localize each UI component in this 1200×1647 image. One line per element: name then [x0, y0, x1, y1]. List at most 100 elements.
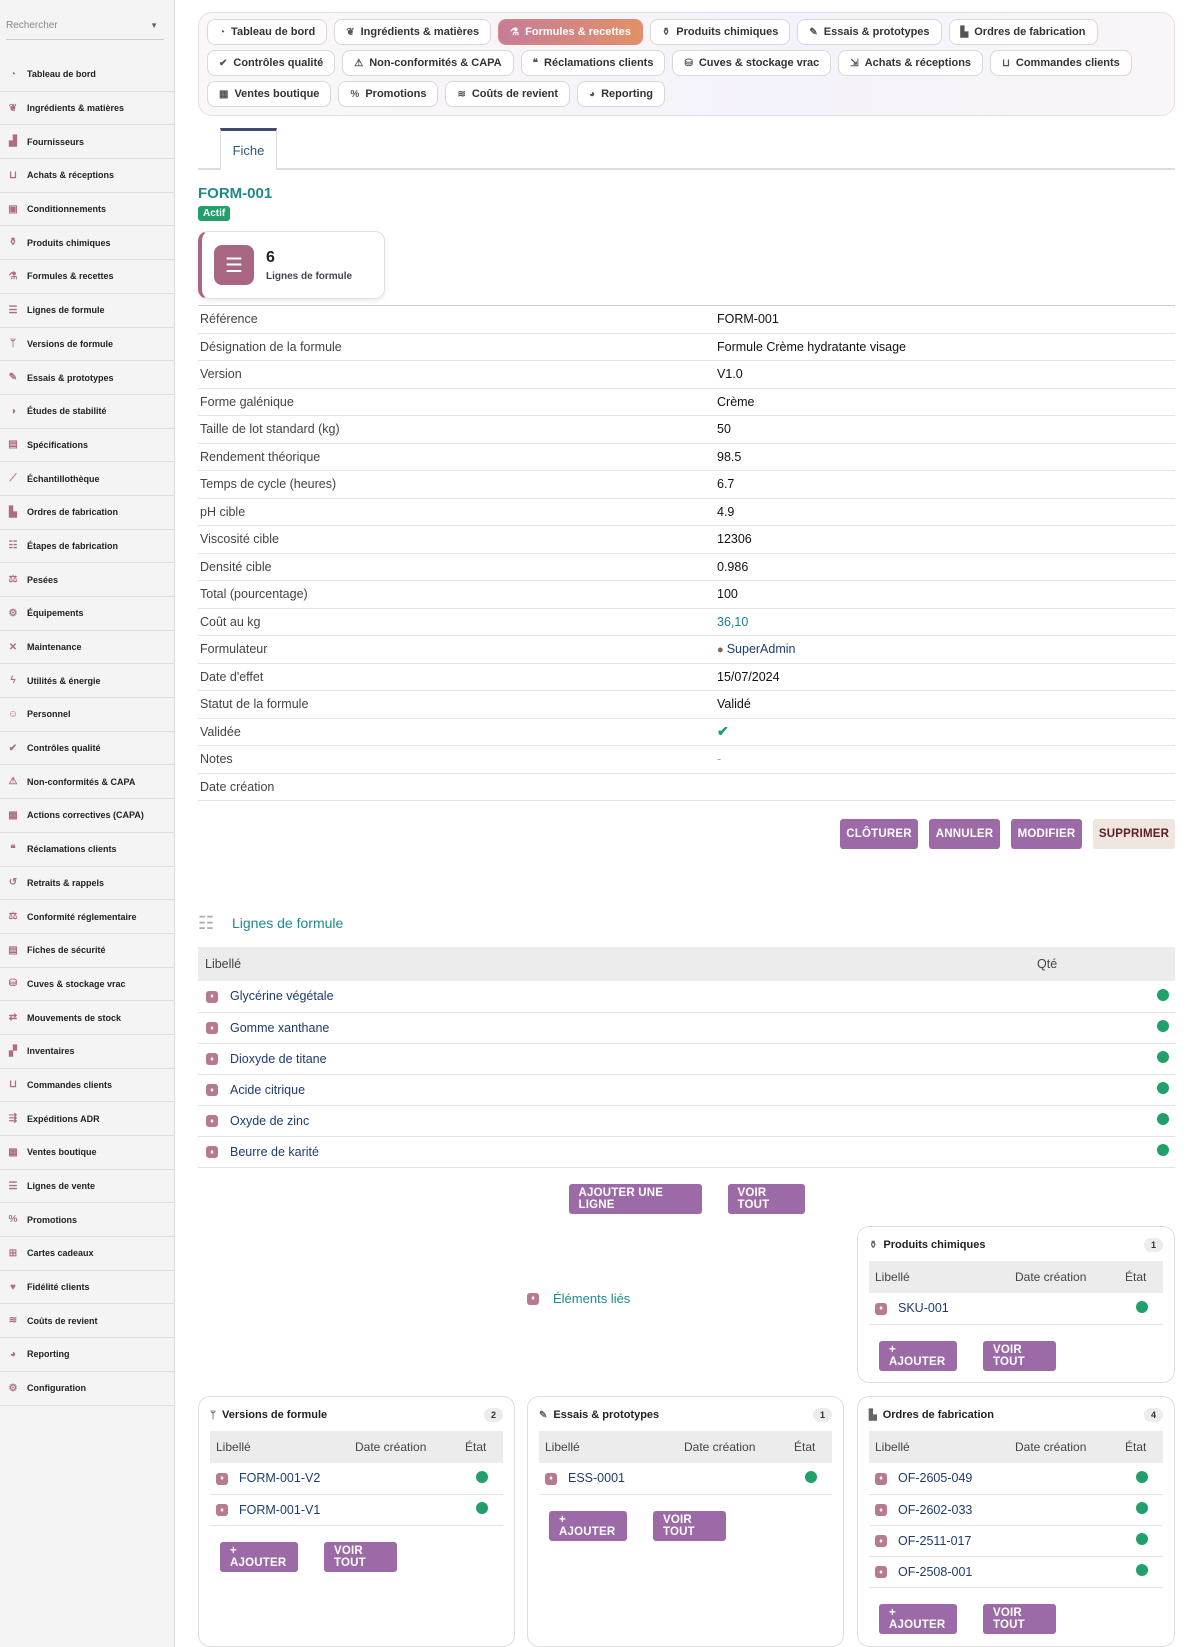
tab-fiche[interactable]: Fiche — [220, 128, 277, 170]
view-all-button[interactable]: VOIR TOUT — [983, 1603, 1056, 1634]
sidebar-item[interactable]: ♥ Fidélité clients — [0, 1271, 174, 1305]
add-button[interactable]: + AJOUTER — [879, 1603, 957, 1634]
user-name[interactable]: SuperAdmin — [727, 642, 796, 656]
field-value[interactable]: 36,10 — [717, 615, 748, 629]
close-button[interactable]: CLÔTURER — [840, 819, 918, 849]
cancel-button[interactable]: ANNULER — [929, 819, 1000, 849]
edit-button[interactable]: MODIFIER — [1011, 819, 1082, 849]
add-button[interactable]: + AJOUTER — [220, 1541, 298, 1572]
sidebar-item[interactable]: ⚖ Pesées — [0, 563, 174, 597]
row-link[interactable]: Beurre de karité — [230, 1145, 319, 1159]
chevron-down-icon[interactable]: ▼ — [150, 21, 158, 30]
row-link[interactable]: FORM-001-V2 — [239, 1471, 320, 1485]
add-line-button[interactable]: AJOUTER UNE LIGNE — [568, 1183, 702, 1214]
stat-card-lines[interactable]: ☰ 6 Lignes de formule — [198, 231, 385, 299]
sidebar-item[interactable]: ❝ Réclamations clients — [0, 833, 174, 867]
nav-pill[interactable]: ✎ Essais & prototypes — [797, 19, 942, 45]
sidebar-item[interactable]: ☰ Lignes de formule — [0, 294, 174, 328]
sidebar-item[interactable]: ✎ Essais & prototypes — [0, 361, 174, 395]
nav-pill[interactable]: ≋ Coûts de revient — [445, 81, 571, 107]
sidebar-item[interactable]: ▦ Ventes boutique — [0, 1136, 174, 1170]
sidebar-item[interactable]: ▞ Inventaires — [0, 1035, 174, 1069]
sidebar-item[interactable]: ⇶ Expéditions ADR — [0, 1102, 174, 1136]
view-all-button[interactable]: VOIR TOUT — [653, 1510, 726, 1541]
sidebar-item[interactable]: ⚠ Non-conformités & CAPA — [0, 765, 174, 800]
sidebar-item[interactable]: ▟ Fournisseurs — [0, 125, 174, 160]
view-all-button[interactable]: VOIR TOUT — [983, 1340, 1056, 1371]
sidebar-item[interactable]: ⊔ Commandes clients — [0, 1069, 174, 1103]
table-row[interactable]: ♦ SKU-001 — [869, 1293, 1163, 1325]
nav-pill[interactable]: ◔ Tableau de bord — [207, 19, 328, 45]
delete-button[interactable]: SUPPRIMER — [1093, 819, 1175, 849]
nav-pill[interactable]: ⇲ Achats & réceptions — [838, 50, 984, 76]
sidebar-item[interactable]: ▦ Actions correctives (CAPA) — [0, 799, 174, 833]
sidebar-item[interactable]: ◕ Reporting — [0, 1338, 174, 1372]
view-all-button[interactable]: VOIR TOUT — [324, 1541, 397, 1572]
nav-pill[interactable]: ❝ Réclamations clients — [520, 50, 666, 76]
sidebar-item[interactable]: ↺ Retraits & rappels — [0, 867, 174, 901]
table-row[interactable]: ♦ OF-2602-033 — [869, 1494, 1163, 1526]
table-row[interactable]: ♦ OF-2508-001 — [869, 1556, 1163, 1588]
sidebar-item[interactable]: ⟋ Échantillothèque — [0, 462, 174, 496]
table-row[interactable]: ♦ FORM-001-V1 — [210, 1494, 503, 1526]
sidebar-item[interactable]: ❦ Ingrédients & matières — [0, 92, 174, 126]
nav-pill[interactable]: ◕ Reporting — [577, 81, 666, 107]
nav-pill[interactable]: ⊔ Commandes clients — [990, 50, 1132, 76]
table-row[interactable]: ♦ Dioxyde de titane — [198, 1043, 1175, 1075]
row-link[interactable]: OF-2602-033 — [898, 1503, 972, 1517]
nav-pill[interactable]: ▙ Ordres de fabrication — [948, 19, 1098, 45]
sidebar-item[interactable]: % Promotions — [0, 1203, 174, 1238]
sidebar-item[interactable]: ▙ Ordres de fabrication — [0, 496, 174, 530]
sidebar-item[interactable]: ⊞ Cartes cadeaux — [0, 1237, 174, 1271]
nav-pill[interactable]: % Promotions — [338, 81, 439, 107]
table-row[interactable]: ♦ OF-2605-049 — [869, 1463, 1163, 1495]
sidebar-item[interactable]: ⚱ Produits chimiques — [0, 226, 174, 261]
sidebar-item[interactable]: ☰ Lignes de vente — [0, 1170, 174, 1204]
sidebar-item[interactable]: ☷ Étapes de fabrication — [0, 530, 174, 564]
nav-pill[interactable]: ⛁ Cuves & stockage vrac — [672, 50, 832, 76]
sidebar-item[interactable]: ▤ Fiches de sécurité — [0, 934, 174, 968]
sidebar-item[interactable]: ⇄ Mouvements de stock — [0, 1001, 174, 1035]
sidebar-item[interactable]: ⚙ Équipements — [0, 597, 174, 631]
nav-pill[interactable]: ❦ Ingrédients & matières — [334, 19, 492, 45]
sidebar-item[interactable]: ⛁ Cuves & stockage vrac — [0, 968, 174, 1002]
search-select[interactable]: Rechercher ▼ — [6, 18, 164, 40]
nav-pill[interactable]: ⚗ Formules & recettes — [498, 19, 643, 45]
sidebar-item[interactable]: ⚙ Configuration — [0, 1372, 174, 1406]
table-row[interactable]: ♦ FORM-001-V2 — [210, 1463, 503, 1495]
row-link[interactable]: OF-2605-049 — [898, 1471, 972, 1485]
table-row[interactable]: ♦ OF-2511-017 — [869, 1525, 1163, 1557]
sidebar-item[interactable]: ᛘ Versions de formule — [0, 328, 174, 362]
row-link[interactable]: SKU-001 — [898, 1301, 949, 1315]
field-value[interactable]: ● SuperAdmin — [717, 642, 796, 656]
sidebar-item[interactable]: ⚖ Conformité réglementaire — [0, 900, 174, 934]
row-link[interactable]: FORM-001-V1 — [239, 1503, 320, 1517]
table-row[interactable]: ♦ Oxyde de zinc — [198, 1105, 1175, 1137]
nav-pill[interactable]: ▦ Ventes boutique — [207, 81, 332, 107]
add-button[interactable]: + AJOUTER — [549, 1510, 627, 1541]
row-link[interactable]: Oxyde de zinc — [230, 1114, 309, 1128]
sidebar-item[interactable]: ✕ Maintenance — [0, 631, 174, 665]
row-link[interactable]: OF-2508-001 — [898, 1565, 972, 1579]
sidebar-item[interactable]: ⚗ Formules & recettes — [0, 260, 174, 294]
sidebar-item[interactable]: ϟ Utilités & énergie — [0, 664, 174, 699]
table-row[interactable]: ♦ ESS-0001 — [539, 1463, 832, 1495]
sidebar-item[interactable]: ▣ Conditionnements — [0, 193, 174, 227]
sidebar-item[interactable]: ☺ Personnel — [0, 698, 174, 732]
add-button[interactable]: + AJOUTER — [879, 1340, 957, 1371]
sidebar-item[interactable]: ▤ Spécifications — [0, 429, 174, 463]
nav-pill[interactable]: ⚠ Non-conformités & CAPA — [342, 50, 514, 76]
sidebar-item[interactable]: ◔ Tableau de bord — [0, 58, 174, 92]
nav-pill[interactable]: ✔ Contrôles qualité — [207, 50, 336, 76]
row-link[interactable]: Acide citrique — [230, 1083, 305, 1097]
row-link[interactable]: ESS-0001 — [568, 1471, 625, 1485]
row-link[interactable]: OF-2511-017 — [898, 1534, 971, 1548]
sidebar-item[interactable]: ✔ Contrôles qualité — [0, 732, 174, 766]
table-row[interactable]: ♦ Beurre de karité — [198, 1136, 1175, 1168]
table-row[interactable]: ♦ Gomme xanthane — [198, 1012, 1175, 1044]
view-all-lines-button[interactable]: VOIR TOUT — [727, 1183, 805, 1214]
row-link[interactable]: Glycérine végétale — [230, 989, 334, 1003]
sidebar-item[interactable]: ⊔ Achats & réceptions — [0, 159, 174, 193]
table-row[interactable]: ♦ Glycérine végétale — [198, 981, 1175, 1013]
nav-pill[interactable]: ⚱ Produits chimiques — [649, 19, 791, 45]
